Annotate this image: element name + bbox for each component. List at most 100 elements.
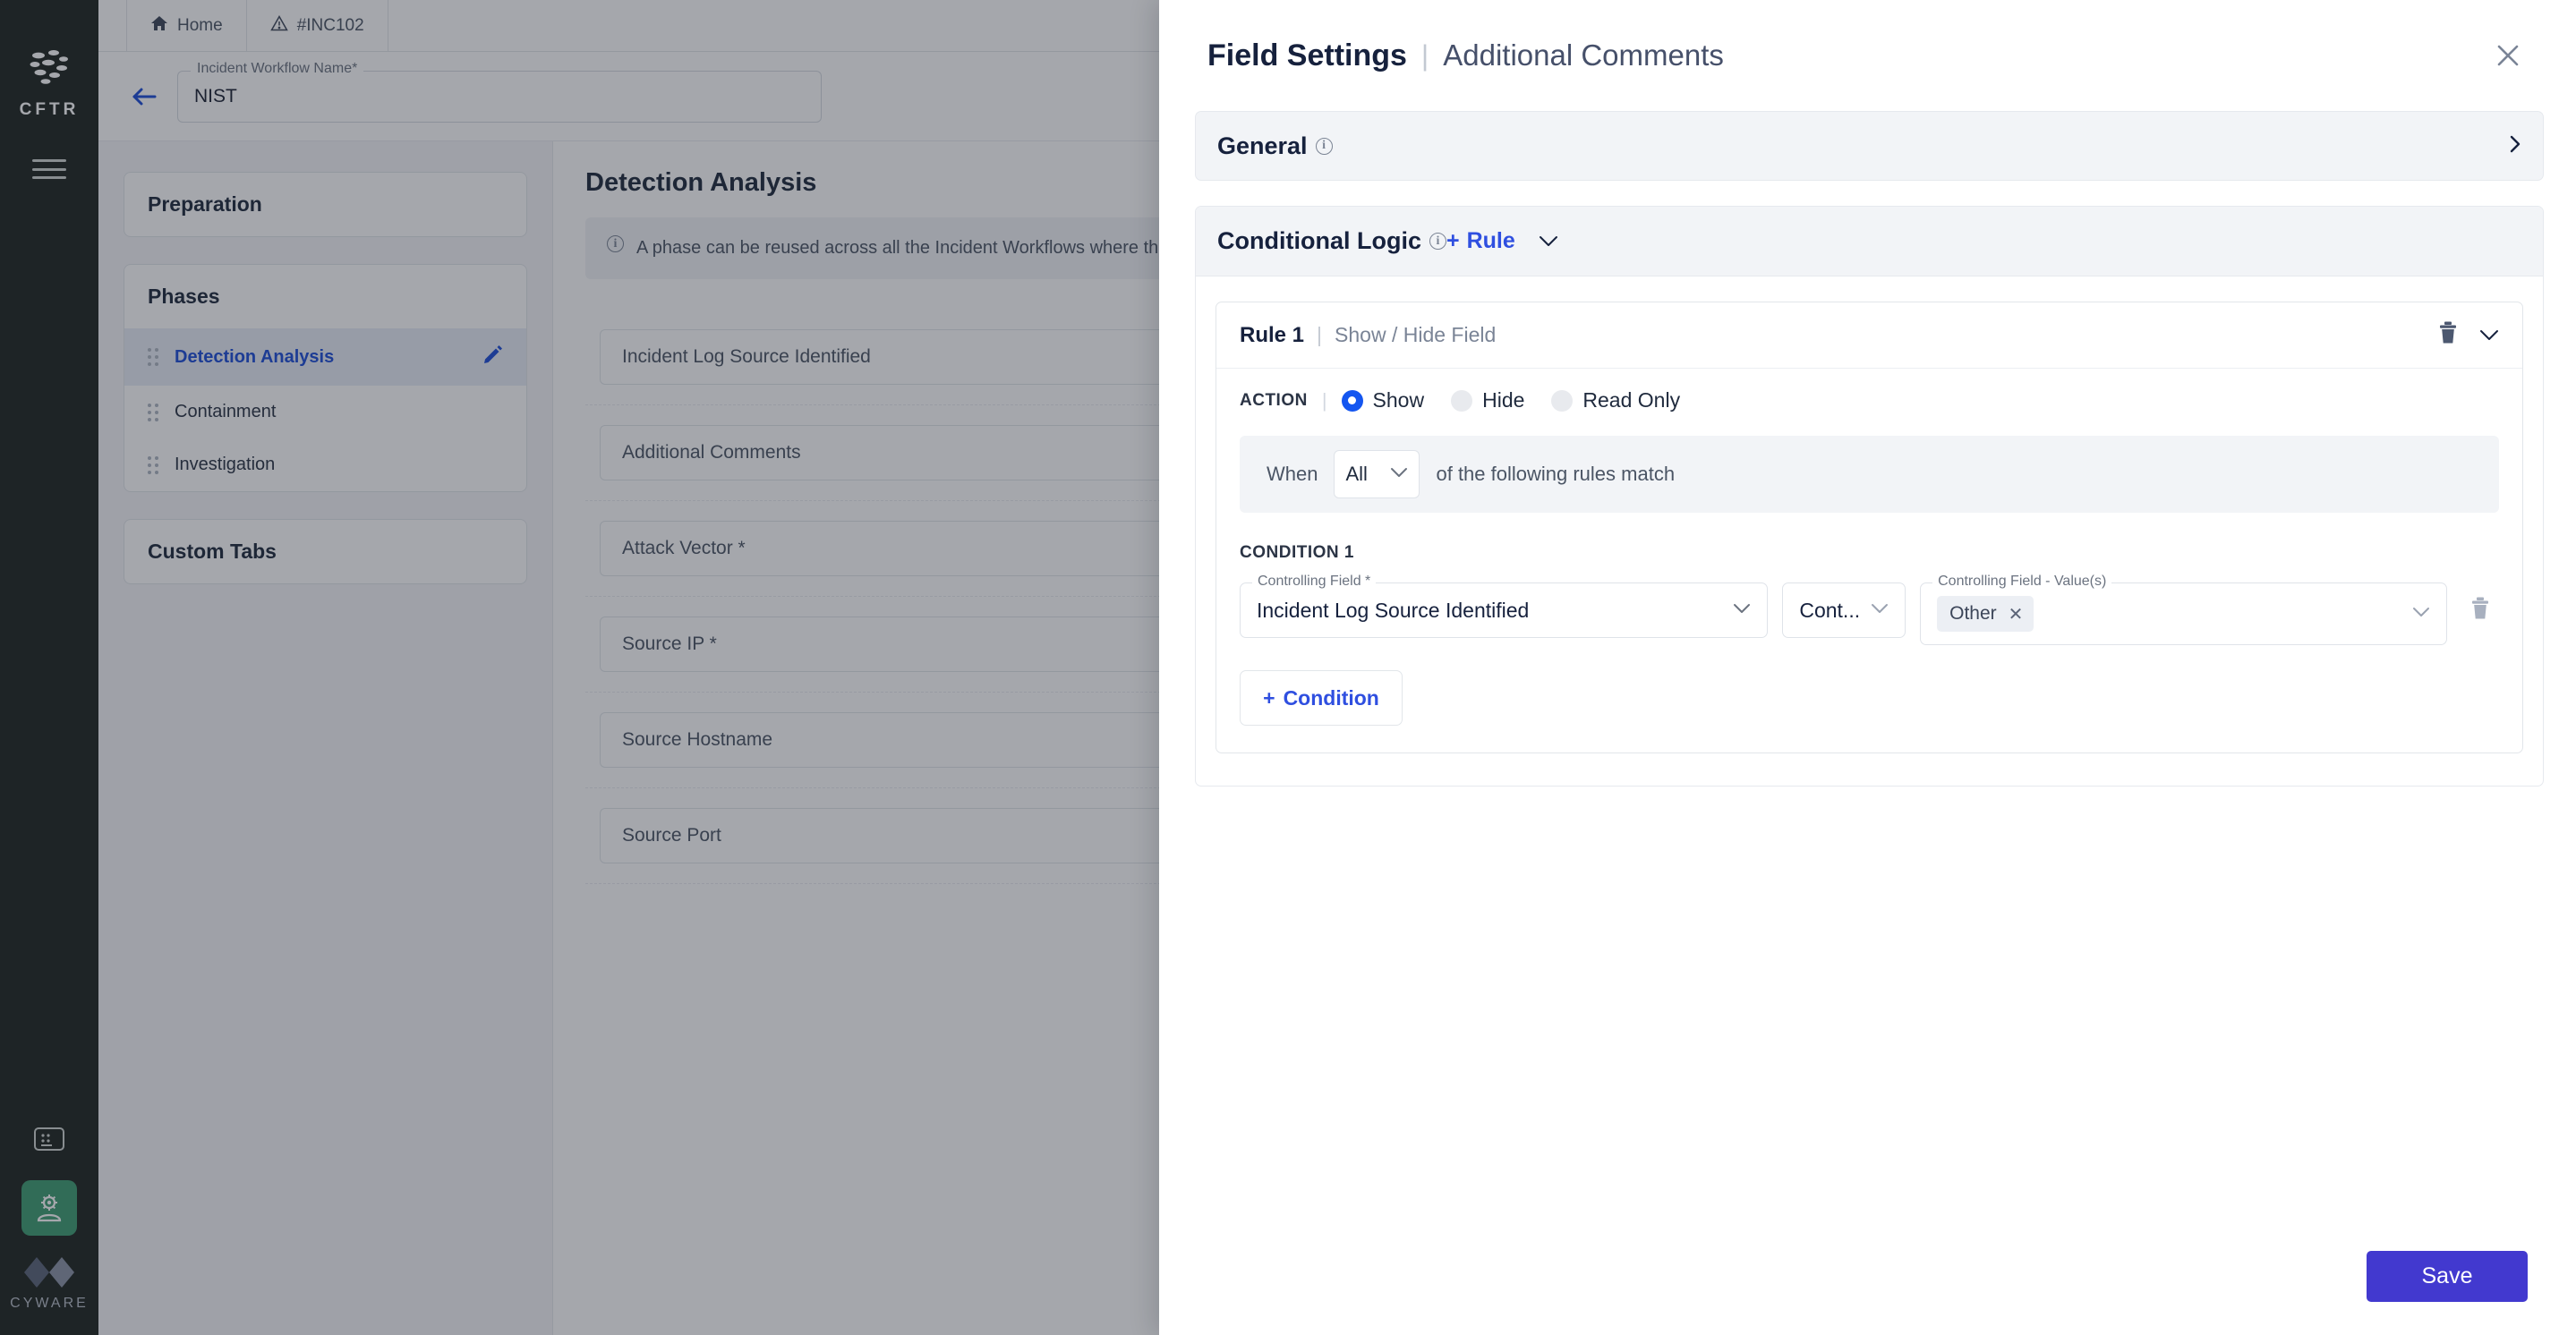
drag-handle-icon[interactable]: [148, 455, 158, 474]
tab-incident-label: #INC102: [296, 15, 364, 35]
action-option-label: Show: [1372, 388, 1425, 412]
delete-condition-button[interactable]: [2461, 582, 2499, 638]
warning-triangle-icon: [269, 14, 288, 38]
phase-item-detection-analysis[interactable]: Detection Analysis: [124, 328, 526, 386]
plus-icon: +: [1446, 228, 1460, 253]
rule-separator: |: [1317, 323, 1323, 346]
chevron-right-icon[interactable]: [2509, 134, 2521, 158]
match-mode-value: All: [1345, 463, 1368, 485]
phase-item-investigation[interactable]: Investigation: [124, 438, 526, 491]
chevron-down-icon: [1390, 466, 1408, 482]
action-option-read-only[interactable]: Read Only: [1551, 388, 1680, 412]
app-logo: CFTR: [20, 43, 80, 120]
home-icon: [150, 14, 168, 38]
operator-select[interactable]: Cont...: [1782, 582, 1906, 638]
info-circle-icon[interactable]: i: [1315, 137, 1333, 155]
conditional-logic-body: Rule 1 | Show / Hide Field ACTION | Show…: [1196, 276, 2543, 786]
info-circle-icon: i: [607, 235, 624, 252]
cluster-logo-icon: [24, 43, 74, 93]
phases-sidebar: Preparation Phases Detection Analysis Co…: [98, 141, 553, 1335]
action-row: ACTION | Show Hide Read Only: [1240, 388, 2499, 412]
condition-header: CONDITION 1: [1240, 543, 1354, 562]
action-option-show[interactable]: Show: [1341, 388, 1425, 412]
operator-value: Cont...: [1799, 598, 1861, 622]
close-icon[interactable]: [2488, 36, 2528, 75]
tab-home-label: Home: [177, 15, 223, 35]
add-condition-button[interactable]: + Condition: [1240, 670, 1403, 726]
panel-title: Field Settings: [1207, 38, 1407, 72]
rule-subtitle: Show / Hide Field: [1335, 323, 1497, 346]
radio-indicator[interactable]: [1341, 389, 1363, 412]
action-option-label: Read Only: [1582, 388, 1681, 412]
value-chip[interactable]: Other ✕: [1937, 596, 2034, 632]
rule-card: Rule 1 | Show / Hide Field ACTION | Show…: [1215, 302, 2523, 753]
cyware-logo-icon: [22, 1255, 76, 1289]
chevron-down-icon: [2412, 606, 2430, 622]
app-logo-text: CFTR: [19, 100, 80, 119]
cyware-brand: CYWARE: [10, 1255, 89, 1312]
section-conditional-logic: Conditional Logic i + Rule Rule 1 | Show…: [1195, 206, 2544, 787]
conditional-logic-title: Conditional Logic i: [1217, 227, 1446, 255]
drag-handle-icon[interactable]: [148, 348, 158, 366]
preparation-label: Preparation: [148, 192, 262, 216]
trash-icon: [2470, 597, 2490, 625]
radio-indicator[interactable]: [1451, 389, 1473, 412]
when-prefix-label: When: [1267, 463, 1318, 485]
left-nav-rail: CFTR CYWARE: [0, 0, 98, 1335]
custom-tabs-card[interactable]: Custom Tabs: [124, 519, 527, 584]
phase-item-label: Investigation: [175, 455, 276, 474]
radio-indicator[interactable]: [1551, 389, 1574, 412]
preparation-card[interactable]: Preparation: [124, 172, 527, 237]
action-divider: |: [1321, 388, 1327, 412]
console-icon[interactable]: [24, 1118, 74, 1161]
phase-item-containment[interactable]: Containment: [124, 386, 526, 438]
back-arrow-icon[interactable]: [124, 76, 165, 117]
match-mode-row: When All of the following rules match: [1240, 436, 2499, 513]
cyware-brand-text: CYWARE: [10, 1296, 89, 1311]
controlling-field-value: Incident Log Source Identified: [1257, 598, 1530, 622]
condition-row: Controlling Field * Incident Log Source …: [1240, 574, 2499, 645]
panel-header: Field Settings | Additional Comments: [1159, 0, 2576, 111]
hamburger-menu-icon[interactable]: [32, 159, 66, 179]
trash-icon[interactable]: [2438, 321, 2458, 349]
chevron-down-icon[interactable]: [1539, 235, 1558, 247]
close-icon[interactable]: ✕: [2009, 603, 2024, 625]
action-option-label: Hide: [1482, 388, 1525, 412]
phases-label: Phases: [148, 285, 220, 308]
controlling-field-select[interactable]: Controlling Field * Incident Log Source …: [1240, 574, 1769, 638]
general-section-title: General i: [1217, 132, 1333, 160]
action-option-hide[interactable]: Hide: [1451, 388, 1524, 412]
tab-bar-gutter: [98, 0, 127, 51]
save-button[interactable]: Save: [2367, 1250, 2528, 1302]
panel-title-separator: |: [1420, 38, 1429, 72]
pencil-icon[interactable]: [483, 344, 503, 370]
controlling-field-values-select[interactable]: Controlling Field - Value(s) Other ✕: [1920, 574, 2447, 645]
section-general[interactable]: General i: [1195, 111, 2544, 181]
rule-body: ACTION | Show Hide Read Only When All of…: [1216, 369, 2522, 753]
panel-footer: Save: [1159, 1217, 2576, 1335]
value-chip-label: Other: [1949, 603, 1997, 624]
workflow-name-field[interactable]: Incident Workflow Name* NIST: [177, 61, 822, 123]
action-label: ACTION: [1240, 390, 1308, 410]
admin-settings-icon[interactable]: [21, 1180, 77, 1236]
panel-body: General i Conditional Logic i + Rule Rul…: [1159, 111, 2576, 1217]
rule-name: Rule 1: [1240, 322, 1305, 347]
conditional-logic-label: Conditional Logic: [1217, 227, 1421, 254]
tab-home[interactable]: Home: [127, 0, 247, 51]
chevron-down-icon: [1871, 602, 1889, 618]
workflow-name-label: Incident Workflow Name*: [191, 61, 364, 76]
add-rule-button[interactable]: + Rule: [1446, 228, 1515, 254]
drag-handle-icon[interactable]: [148, 403, 158, 421]
when-suffix-label: of the following rules match: [1436, 463, 1676, 485]
general-label: General: [1217, 132, 1308, 159]
chevron-down-icon[interactable]: [2479, 329, 2499, 341]
chevron-down-icon: [1733, 602, 1751, 618]
match-mode-select[interactable]: All: [1334, 450, 1420, 498]
panel-subtitle: Additional Comments: [1443, 38, 1724, 72]
vertical-scrollbar[interactable]: [2570, 0, 2576, 1335]
controlling-field-values-legend: Controlling Field - Value(s): [1932, 574, 2112, 589]
info-circle-icon[interactable]: i: [1429, 233, 1446, 250]
field-settings-panel: Field Settings | Additional Comments Gen…: [1159, 0, 2576, 1335]
plus-icon: +: [1263, 685, 1275, 710]
tab-incident[interactable]: #INC102: [247, 0, 388, 51]
